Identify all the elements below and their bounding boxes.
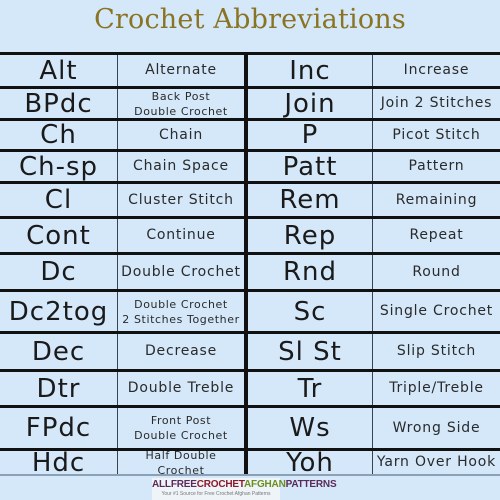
abbreviations-table: Alt Alternate BPdc Back Post Double Crochet… xyxy=(0,52,500,478)
meaning-cell: Decrease xyxy=(144,343,218,359)
abbreviation-cell: BPdc xyxy=(24,88,93,119)
abbreviation-cell: Dec xyxy=(31,336,86,367)
abbreviation-cell: Rem xyxy=(279,185,341,215)
logo-part: PATTERNS xyxy=(285,479,337,490)
meaning-cell: Double Crochet 2 Stitches Together xyxy=(122,297,240,326)
abbreviation-cell: Join xyxy=(284,88,336,119)
abbreviation-cell: Tr xyxy=(297,373,323,404)
logo-part: ALLFREE xyxy=(152,479,197,490)
abbreviation-cell: Yoh xyxy=(286,447,334,478)
abbreviation-cell: Dtr xyxy=(36,373,81,404)
meaning-cell: Chain xyxy=(159,126,203,143)
meaning-cell: Wrong Side xyxy=(392,419,481,436)
meaning-cell: Yarn Over Hook xyxy=(376,454,497,470)
meaning-cell: Back Post Double Crochet xyxy=(134,89,228,118)
page-title: Crochet Abbreviations xyxy=(94,4,406,35)
meaning-cell: Double Treble xyxy=(127,380,235,396)
abbreviation-cell: FPdc xyxy=(25,413,92,443)
abbreviation-cell: Dc xyxy=(40,257,77,287)
abbreviation-cell: P xyxy=(301,120,319,150)
site-logo[interactable]: ALLFREECROCHETAFGHANPATTERNS Your #1 Sou… xyxy=(152,478,337,500)
logo-part: CROCHET xyxy=(196,479,245,490)
abbreviation-cell: Cont xyxy=(26,220,91,251)
abbreviation-cell: Rep xyxy=(283,220,337,251)
logo-tagline: Your #1 Source for Free Crochet Afghan P… xyxy=(161,491,271,497)
logo-part: AFGHAN xyxy=(244,479,286,490)
meaning-cell: Double Crochet xyxy=(121,263,241,280)
meaning-cell: Triple/Treble xyxy=(389,380,484,396)
meaning-cell: Round xyxy=(412,263,461,280)
abbreviation-cell: Cl xyxy=(44,185,73,215)
meaning-cell: Remaining xyxy=(395,191,478,208)
meaning-cell: Repeat xyxy=(409,227,464,243)
meaning-cell: Single Crochet xyxy=(379,303,494,319)
meaning-cell: Slip Stitch xyxy=(396,343,477,359)
abbreviation-cell: Ch-sp xyxy=(18,151,99,182)
abbreviation-cell: Hdc xyxy=(31,447,86,478)
meaning-cell: Pattern xyxy=(408,158,465,174)
abbreviation-cell: Rnd xyxy=(282,257,338,287)
meaning-cell: Front Post Double Crochet xyxy=(134,414,228,442)
meaning-cell: Continue xyxy=(146,227,216,243)
meaning-cell: Alternate xyxy=(145,62,217,78)
abbreviation-cell: Patt xyxy=(282,151,338,182)
meaning-cell: Cluster Stitch xyxy=(128,191,234,208)
logo-wordmark: ALLFREECROCHETAFGHANPATTERNS xyxy=(152,479,337,491)
meaning-cell: Half Double Crochet xyxy=(145,448,217,477)
abbreviation-cell: Sl St xyxy=(278,336,342,367)
abbreviation-cell: Inc xyxy=(289,55,331,86)
meaning-cell: Chain Space xyxy=(133,158,229,174)
abbreviation-cell: Dc2tog xyxy=(8,296,109,327)
meaning-cell: Join 2 Stitches xyxy=(380,95,493,111)
abbreviation-cell: Sc xyxy=(293,296,327,327)
meaning-cell: Increase xyxy=(403,62,470,78)
abbreviation-cell: Ws xyxy=(289,413,331,443)
abbreviation-cell: Ch xyxy=(40,120,77,150)
abbreviation-cell: Alt xyxy=(39,55,78,86)
meaning-cell: Picot Stitch xyxy=(392,126,481,143)
